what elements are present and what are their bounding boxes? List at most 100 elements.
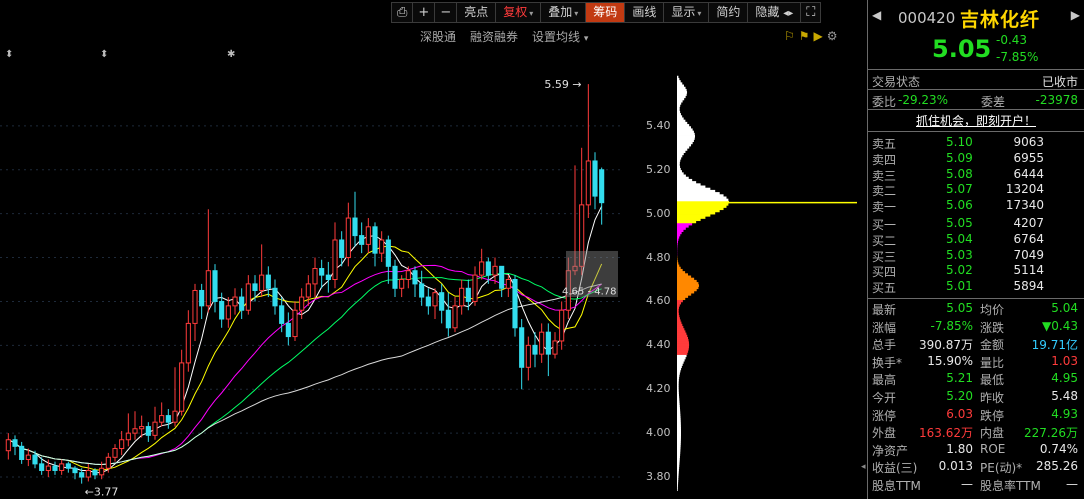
- stat-row: 涨幅 -7.85% 涨跌 ▼0.43: [868, 319, 1084, 337]
- event-marker-star-icon[interactable]: ✱: [227, 49, 235, 60]
- candle-body: [312, 268, 318, 285]
- candle-body: [239, 296, 245, 311]
- book-volume: 17340: [1005, 198, 1044, 213]
- plus-icon[interactable]: +: [413, 3, 436, 22]
- kline-chart-area[interactable]: ⎙ + − 亮点 复权 ▾ 叠加 ▾ 筹码 画线 显示 ▾ 简约 隐藏 ◂▸ ⛶ 深股…: [0, 0, 822, 499]
- bid-row[interactable]: 买二 5.04 6764: [868, 232, 1084, 248]
- candle-body: [145, 426, 151, 436]
- stat-label: 今开: [872, 390, 897, 405]
- bid-row[interactable]: 买四 5.02 5114: [868, 263, 1084, 279]
- price-tick: 4.80: [646, 250, 671, 264]
- ma-settings-link[interactable]: 设置均线 ▾: [532, 28, 588, 46]
- flag-yellow-icon[interactable]: ⚑: [799, 29, 810, 43]
- open-account-link[interactable]: 抓住机会，即刻开户！: [868, 110, 1084, 132]
- stat-label: PE(动)*: [980, 461, 1023, 476]
- candle-body: [319, 268, 325, 276]
- candle-body: [499, 265, 505, 289]
- chevron-down-icon: ▾: [574, 9, 579, 18]
- bid-row[interactable]: 买一 5.05 4207: [868, 216, 1084, 232]
- toolbar-highlight-button[interactable]: 亮点: [457, 3, 497, 22]
- lock-icon[interactable]: ⎙: [392, 3, 414, 22]
- candle-body: [45, 465, 51, 471]
- stock-name: 吉林化纤: [960, 9, 1041, 31]
- ask-row[interactable]: 卖二 5.07 13204: [868, 182, 1084, 198]
- stat-label: ROE: [980, 441, 1006, 456]
- candle-body: [505, 279, 511, 289]
- candle-body: [345, 217, 351, 259]
- toolbar-adjust-button[interactable]: 复权 ▾: [496, 3, 542, 22]
- ask-row[interactable]: 卖一 5.06 17340: [868, 198, 1084, 214]
- toolbar-display-button[interactable]: 显示 ▾: [664, 3, 710, 22]
- book-price: 5.01: [946, 279, 973, 294]
- candle-body: [159, 415, 165, 423]
- candle-body: [139, 426, 145, 430]
- candle-body: [305, 283, 311, 298]
- stock-code: 000420: [898, 9, 956, 27]
- fullscreen-icon[interactable]: ⛶: [801, 3, 821, 22]
- book-price: 5.10: [946, 135, 973, 149]
- book-volume: 5894: [1013, 279, 1044, 294]
- flag-icon[interactable]: ⚐: [784, 29, 795, 43]
- next-stock-icon[interactable]: ▶: [1071, 8, 1080, 22]
- candle-body: [125, 432, 131, 441]
- stat-value: 4.95: [1051, 371, 1078, 386]
- order-ratio-value: -29.23%: [898, 93, 949, 107]
- stat-label: 股息率TTM: [980, 478, 1041, 493]
- candle-body: [172, 410, 178, 423]
- toolbar-simple-button[interactable]: 简约: [709, 3, 749, 22]
- event-marker-icon[interactable]: ⬍: [100, 49, 108, 60]
- book-price: 5.06: [946, 198, 973, 213]
- candle-body: [485, 261, 491, 276]
- toolbar-hide-button[interactable]: 隐藏 ◂▸: [748, 3, 802, 22]
- ask-row[interactable]: 卖四 5.09 6955: [868, 151, 1084, 167]
- candle-body: [385, 239, 391, 267]
- stat-value: 4.93: [1051, 406, 1078, 421]
- candle-body: [545, 331, 551, 355]
- candle-body: [439, 292, 445, 311]
- ask-row[interactable]: 卖三 5.08 6444: [868, 167, 1084, 183]
- candle-body: [525, 344, 531, 368]
- margin-trading-link[interactable]: 融资融券: [470, 28, 518, 46]
- minus-icon[interactable]: −: [435, 3, 458, 22]
- price-tick: 4.40: [646, 338, 671, 352]
- candle-body: [519, 327, 525, 368]
- stat-label: 跌停: [980, 408, 1005, 423]
- stat-label: 收益(三): [872, 461, 918, 476]
- ask-row[interactable]: 卖五 5.10 9063: [868, 135, 1084, 151]
- prev-stock-icon[interactable]: ◀: [872, 8, 881, 22]
- stat-label: 涨幅: [872, 320, 897, 335]
- hk-connect-link[interactable]: 深股通: [420, 28, 456, 46]
- book-level-label: 买二: [872, 233, 897, 248]
- book-volume: 4207: [1013, 215, 1044, 230]
- bid-row[interactable]: 买三 5.03 7049: [868, 248, 1084, 264]
- toolbar-overlay-button[interactable]: 叠加 ▾: [541, 3, 587, 22]
- book-volume: 6444: [1013, 166, 1044, 181]
- price-tick: 3.80: [646, 470, 671, 484]
- book-price: 5.07: [946, 182, 973, 197]
- stat-value: 1.03: [1051, 353, 1078, 368]
- candle-body: [25, 454, 31, 460]
- event-marker-icon[interactable]: ⬍: [5, 49, 13, 60]
- price-change: -0.43: [996, 33, 1028, 47]
- stat-row: 今开 5.20 昨收 5.48: [868, 389, 1084, 407]
- toolbar-draw-button[interactable]: 画线: [625, 3, 665, 22]
- candle-body: [12, 439, 18, 447]
- bid-row[interactable]: 买五 5.01 5894: [868, 279, 1084, 295]
- toolbar-chips-button[interactable]: 筹码: [586, 3, 626, 22]
- candle-body: [152, 421, 158, 436]
- kline-plot[interactable]: 5.59 → ←3.77 4.65 - 4.78: [0, 60, 620, 499]
- stat-value: 5.48: [1051, 388, 1078, 403]
- book-level-label: 买五: [872, 281, 897, 296]
- stat-value: 5.05: [946, 300, 973, 315]
- candle-body: [332, 239, 338, 281]
- stat-value: —: [1066, 476, 1078, 491]
- candle-body: [179, 362, 185, 412]
- flag-play-icon[interactable]: ▶: [814, 29, 823, 43]
- stat-label: 涨停: [872, 408, 897, 423]
- candle-body: [279, 305, 285, 324]
- price-tick: 4.60: [646, 294, 671, 308]
- chip-distribution[interactable]: [677, 60, 861, 499]
- stat-label: 内盘: [980, 426, 1005, 441]
- gear-icon[interactable]: ⚙: [827, 29, 838, 43]
- stat-row: 涨停 6.03 跌停 4.93: [868, 407, 1084, 425]
